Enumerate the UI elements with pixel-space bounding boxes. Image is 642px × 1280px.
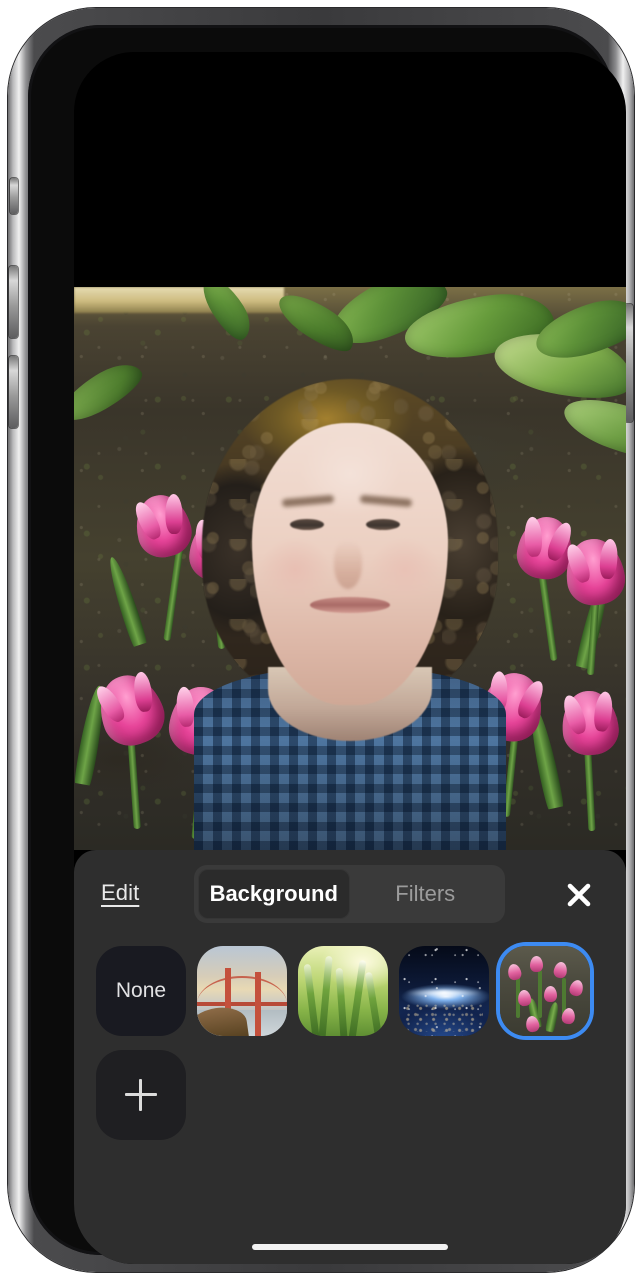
subject-mouth xyxy=(310,597,390,613)
background-option-label: None xyxy=(115,979,167,1002)
home-indicator-bar[interactable] xyxy=(252,1244,448,1250)
effects-segmented-control: Background Filters xyxy=(194,865,505,923)
tulips-thumbnail-art xyxy=(500,946,590,1036)
subject-nose xyxy=(334,541,362,589)
phone-bezel: Edit Background Filters None xyxy=(28,25,626,1264)
close-button[interactable] xyxy=(558,874,600,916)
background-effects-panel: Edit Background Filters None xyxy=(74,850,626,1264)
tab-filters[interactable]: Filters xyxy=(350,869,502,919)
background-option-grass[interactable] xyxy=(298,946,388,1036)
background-thumbnail-grid: None xyxy=(96,946,608,1140)
background-option-bridge[interactable] xyxy=(197,946,287,1036)
screenshot-stage: Edit Background Filters None xyxy=(0,0,642,1280)
background-option-none[interactable]: None xyxy=(96,946,186,1036)
video-subject xyxy=(194,379,506,850)
add-background-button[interactable] xyxy=(96,1050,186,1140)
bridge-thumbnail-art xyxy=(197,946,287,1036)
volume-down-button[interactable] xyxy=(9,356,18,428)
grass-thumbnail-art xyxy=(298,946,388,1036)
background-option-space[interactable] xyxy=(399,946,489,1036)
close-x-icon xyxy=(567,883,591,907)
space-thumbnail-art xyxy=(399,946,489,1036)
phone-frame: Edit Background Filters None xyxy=(8,8,634,1272)
subject-eye xyxy=(290,519,324,530)
volume-up-button[interactable] xyxy=(9,266,18,338)
sunlit-strip xyxy=(74,287,284,313)
tab-background[interactable]: Background xyxy=(198,869,350,919)
mute-switch[interactable] xyxy=(10,178,18,214)
background-option-tulips[interactable] xyxy=(500,946,590,1036)
panel-toolbar: Edit Background Filters xyxy=(74,850,626,940)
subject-eye xyxy=(366,519,400,530)
self-view-video-preview[interactable] xyxy=(74,287,626,850)
phone-screen: Edit Background Filters None xyxy=(74,52,626,1264)
edit-button[interactable]: Edit xyxy=(101,880,139,906)
plus-icon xyxy=(125,1079,157,1111)
